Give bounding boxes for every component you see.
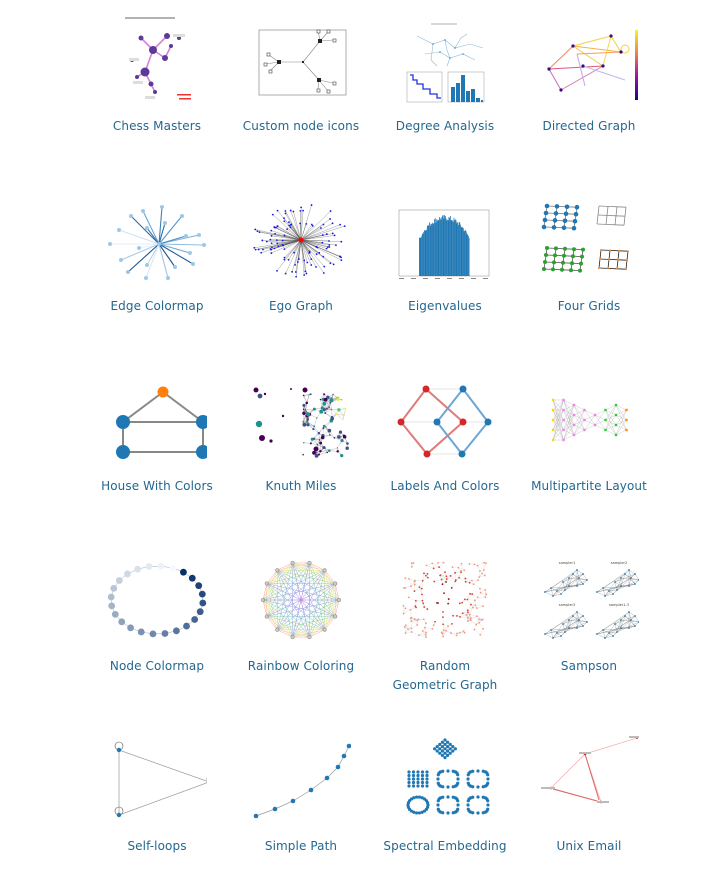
labels-and-colors-thumbnail bbox=[395, 374, 495, 466]
gallery-item-label: House With Colors bbox=[101, 479, 213, 493]
multipartite-layout-thumbnail bbox=[539, 374, 639, 466]
gallery-item-label: Multipartite Layout bbox=[531, 479, 647, 493]
ego-graph-thumbnail bbox=[251, 194, 351, 286]
gallery-item-label: Sampson bbox=[560, 659, 618, 673]
gallery-item-custom-node-icons[interactable]: Custom node icons bbox=[229, 0, 373, 150]
gallery-item-label: Knuth Miles bbox=[265, 479, 337, 493]
gallery-item-chess-masters[interactable]: Chess Masters bbox=[85, 0, 229, 150]
gallery-item-spectral-embedding[interactable]: Spectral Embedding bbox=[373, 720, 517, 870]
gallery-item-label: Node Colormap bbox=[109, 659, 205, 673]
gallery-item-ego-graph[interactable]: Ego Graph bbox=[229, 180, 373, 330]
self-loops-thumbnail bbox=[107, 734, 207, 826]
sampson-subtitle: sampler1 bbox=[559, 561, 575, 565]
unix-email-thumbnail bbox=[539, 734, 639, 826]
gallery-item-label: Four Grids bbox=[557, 299, 621, 313]
gallery-item-self-loops[interactable]: Self-loops bbox=[85, 720, 229, 870]
spectral-embedding-thumbnail bbox=[395, 734, 495, 826]
gallery-item-simple-path[interactable]: Simple Path bbox=[229, 720, 373, 870]
gallery-item-label: Custom node icons bbox=[242, 119, 360, 133]
house-with-colors-thumbnail bbox=[107, 374, 207, 466]
random-geometric-graph-thumbnail bbox=[395, 554, 495, 646]
gallery-item-label: Directed Graph bbox=[542, 119, 636, 133]
gallery-item-degree-analysis[interactable]: Degree Analysis bbox=[373, 0, 517, 150]
degree-analysis-thumbnail bbox=[395, 14, 495, 106]
gallery-item-label: Eigenvalues bbox=[408, 299, 482, 313]
node-colormap-thumbnail bbox=[107, 554, 207, 646]
sampson-subtitle: sampler2 bbox=[611, 561, 627, 565]
sampson-subtitle: sampler1-3 bbox=[609, 603, 629, 607]
simple-path-thumbnail bbox=[251, 734, 351, 826]
directed-graph-thumbnail bbox=[539, 14, 639, 106]
gallery-item-label: Edge Colormap bbox=[110, 299, 204, 313]
eigenvalues-thumbnail bbox=[395, 194, 495, 286]
knuth-miles-thumbnail bbox=[251, 374, 351, 466]
sampson-subtitle: sampler3 bbox=[559, 603, 575, 607]
custom-node-icons-thumbnail bbox=[251, 14, 351, 106]
gallery-item-labels-and-colors[interactable]: Labels And Colors bbox=[373, 360, 517, 510]
gallery-item-house-with-colors[interactable]: House With Colors bbox=[85, 360, 229, 510]
rainbow-coloring-thumbnail bbox=[251, 554, 351, 646]
gallery-item-label: Spectral Embedding bbox=[383, 839, 507, 853]
gallery-item-sampson[interactable]: sampler1 sampler2 sampler3 sampler1-3 Sa… bbox=[517, 540, 661, 690]
gallery-item-label: Labels And Colors bbox=[390, 479, 500, 493]
gallery-item-label: Chess Masters bbox=[112, 119, 202, 133]
chess-masters-thumbnail bbox=[107, 14, 207, 106]
edge-colormap-thumbnail bbox=[107, 194, 207, 286]
gallery-item-label: Ego Graph bbox=[268, 299, 334, 313]
gallery-item-eigenvalues[interactable]: Eigenvalues bbox=[373, 180, 517, 330]
gallery-item-rainbow-coloring[interactable]: Rainbow Coloring bbox=[229, 540, 373, 690]
gallery-item-label: Unix Email bbox=[556, 839, 622, 853]
gallery-item-random-geometric-graph[interactable]: Random Geometric Graph bbox=[373, 540, 517, 692]
gallery-item-directed-graph[interactable]: Directed Graph bbox=[517, 0, 661, 150]
gallery-item-edge-colormap[interactable]: Edge Colormap bbox=[85, 180, 229, 330]
gallery-item-label: Self-loops bbox=[127, 839, 187, 853]
gallery-item-label: Degree Analysis bbox=[395, 119, 495, 133]
gallery-item-knuth-miles[interactable]: Knuth Miles bbox=[229, 360, 373, 510]
sampson-thumbnail: sampler1 sampler2 sampler3 sampler1-3 bbox=[539, 554, 639, 646]
gallery-item-unix-email[interactable]: Unix Email bbox=[517, 720, 661, 870]
gallery-item-label: Random Geometric Graph bbox=[392, 659, 498, 692]
gallery-item-four-grids[interactable]: Four Grids bbox=[517, 180, 661, 330]
ego-graph-svg bbox=[253, 204, 346, 278]
gallery-item-multipartite-layout[interactable]: Multipartite Layout bbox=[517, 360, 661, 510]
gallery-item-node-colormap[interactable]: Node Colormap bbox=[85, 540, 229, 690]
gallery-item-label: Simple Path bbox=[264, 839, 338, 853]
gallery-item-label: Rainbow Coloring bbox=[247, 659, 355, 673]
four-grids-thumbnail bbox=[539, 194, 639, 286]
